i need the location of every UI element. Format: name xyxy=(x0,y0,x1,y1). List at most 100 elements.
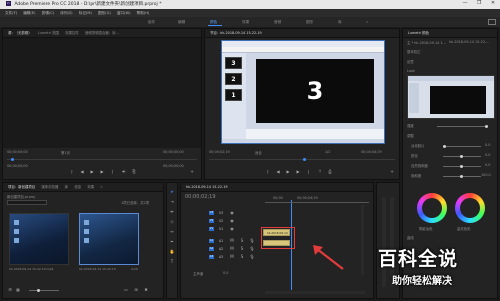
program-fit-select[interactable]: 适合 xyxy=(255,150,262,155)
look-preview[interactable] xyxy=(407,75,495,119)
pen-tool-icon[interactable]: ✒ xyxy=(169,239,175,245)
new-item-icon[interactable]: ⊞ xyxy=(133,287,139,293)
program-mark-out-icon[interactable]: ⌋ xyxy=(305,169,311,175)
source-step-forward-icon[interactable]: ▶ xyxy=(99,169,105,175)
menu-sequence[interactable]: 序列(S) xyxy=(60,11,72,15)
tab-sequence[interactable]: hk-2018-09-14 15-22-19 xyxy=(186,183,228,191)
workspace-editing[interactable]: 编辑 xyxy=(178,17,185,27)
workspace-menu-icon[interactable] xyxy=(488,19,496,25)
sharpen-knob[interactable] xyxy=(460,155,463,158)
type-tool-icon[interactable]: T xyxy=(169,259,175,265)
tab-libraries[interactable]: 库 xyxy=(65,183,68,191)
mute-icon[interactable]: M xyxy=(229,254,235,260)
track-target-a3[interactable]: A3 xyxy=(209,255,214,259)
tab-program[interactable]: 节目：hk-2018-09-14 15-22-19 xyxy=(210,29,262,37)
menu-edit[interactable]: 编辑(E) xyxy=(23,11,35,15)
mic-icon[interactable]: 🎙 xyxy=(249,238,255,244)
source-viewer[interactable] xyxy=(3,38,201,148)
timeline-horizontal-scrollbar[interactable] xyxy=(265,291,365,294)
source-play-icon[interactable]: ▶ xyxy=(89,169,95,175)
intensity-slider[interactable] xyxy=(437,126,487,127)
thumb-size-knob[interactable] xyxy=(37,289,40,292)
tab-effects[interactable]: 效果 xyxy=(87,183,94,191)
menu-marker[interactable]: 标记(M) xyxy=(79,11,92,15)
slip-tool-icon[interactable]: ↔ xyxy=(169,229,175,235)
trash-icon[interactable]: ✖ xyxy=(143,287,149,293)
program-step-forward-icon[interactable]: ▶ xyxy=(295,169,301,175)
maximize-button[interactable]: ❐ xyxy=(472,0,486,9)
program-lift-icon[interactable]: ⇡ xyxy=(317,169,323,175)
track-target-a2[interactable]: A2 xyxy=(209,247,214,251)
selection-tool-icon[interactable]: ➤ xyxy=(169,189,175,195)
source-overwrite-icon[interactable]: ⎘ xyxy=(131,169,137,175)
ripple-edit-tool-icon[interactable]: ⇹ xyxy=(169,209,175,215)
program-resolution-select[interactable]: 1/2 xyxy=(325,150,330,154)
solo-icon[interactable]: S xyxy=(239,246,245,252)
tab-more[interactable]: » xyxy=(100,183,102,191)
tab-lumetri-scopes[interactable]: Lumetri 范围 xyxy=(38,29,59,37)
source-playhead[interactable] xyxy=(11,158,14,161)
source-page-select[interactable]: 第1页 xyxy=(61,150,70,155)
tab-project[interactable]: 项目：新创建项目 xyxy=(8,183,35,191)
program-add-button-icon[interactable]: + xyxy=(389,169,395,175)
faded-film-knob[interactable] xyxy=(443,145,446,148)
new-bin-icon[interactable]: ▭ xyxy=(123,287,129,293)
lumetri-master[interactable]: 主 * hk-2018-09-14 1... xyxy=(407,40,446,45)
saturation-value[interactable]: 100.0 xyxy=(481,173,491,177)
lumetri-clip[interactable]: hk-2018-09-14 15-22-... xyxy=(449,40,489,44)
menu-graphics[interactable]: 图形(G) xyxy=(98,11,111,15)
source-scrub-bar[interactable] xyxy=(7,159,197,160)
source-mark-in-icon[interactable]: ⌈ xyxy=(69,169,75,175)
vibrance-value[interactable]: 0.0 xyxy=(485,163,490,167)
mute-icon[interactable]: M xyxy=(229,246,235,252)
timeline-vertical-scrollbar[interactable] xyxy=(361,205,364,275)
section-creative[interactable]: 创意 xyxy=(407,59,414,64)
project-clip-thumb-2[interactable] xyxy=(79,213,139,265)
faded-film-value[interactable]: 0.0 xyxy=(485,143,490,147)
tab-lumetri-color[interactable]: Lumetri 颜色 xyxy=(408,29,429,37)
workspace-more[interactable]: » xyxy=(366,17,368,27)
track-target-a1[interactable]: A1 xyxy=(209,239,214,243)
section-basic-correction[interactable]: 基本校正 xyxy=(407,49,421,54)
timeline-timecode[interactable]: 00;00;02;19 xyxy=(185,194,216,200)
menu-help[interactable]: 帮助(H) xyxy=(137,11,150,15)
track-select-tool-icon[interactable]: ⇥ xyxy=(169,199,175,205)
menu-file[interactable]: 文件(F) xyxy=(5,11,17,15)
menu-clip[interactable]: 剪辑(C) xyxy=(42,11,55,15)
source-timecode-in[interactable]: 00;00;00;00 xyxy=(7,150,28,154)
tab-media-browser[interactable]: 媒体浏览器 xyxy=(41,183,58,191)
timeline-ruler[interactable] xyxy=(265,202,369,203)
tab-audio-clip-mixer[interactable]: 音频剪辑混合器：序... xyxy=(85,29,119,37)
program-mark-in-icon[interactable]: ⌈ xyxy=(265,169,271,175)
minimize-button[interactable]: — xyxy=(458,0,472,9)
solo-icon[interactable]: S xyxy=(239,254,245,260)
list-view-icon[interactable]: ☰ xyxy=(7,287,13,293)
track-target-v3[interactable]: V3 xyxy=(209,211,214,215)
eye-icon[interactable]: ◉ xyxy=(229,210,235,216)
workspace-audio[interactable]: 音频 xyxy=(274,17,281,27)
program-viewer[interactable]: 3 2 1 3 xyxy=(221,40,385,144)
razor-tool-icon[interactable]: ◇ xyxy=(169,219,175,225)
workspace-graphics[interactable]: 图形 xyxy=(306,17,313,27)
solo-icon[interactable]: S xyxy=(239,238,245,244)
track-target-v2[interactable]: V2 xyxy=(209,219,214,223)
project-search-input[interactable] xyxy=(7,200,47,205)
workspace-effects[interactable]: 效果 xyxy=(242,17,249,27)
highlight-tint-wheel[interactable] xyxy=(455,193,485,223)
program-scrub-bar[interactable] xyxy=(209,159,395,160)
thumb-size-slider[interactable] xyxy=(29,290,59,291)
vibrance-knob[interactable] xyxy=(460,165,463,168)
source-insert-icon[interactable]: ⎆ xyxy=(121,169,127,175)
eye-icon[interactable]: ◉ xyxy=(229,218,235,224)
mute-icon[interactable]: M xyxy=(229,238,235,244)
icon-view-icon[interactable]: ▦ xyxy=(15,287,21,293)
hand-tool-icon[interactable]: ✋ xyxy=(169,249,175,255)
mic-icon[interactable]: 🎙 xyxy=(249,246,255,252)
eye-icon[interactable]: ◉ xyxy=(229,226,235,232)
track-target-v1[interactable]: V1 xyxy=(209,227,214,231)
close-button[interactable]: ✕ xyxy=(486,0,500,9)
program-export-frame-icon[interactable]: ⎙ xyxy=(327,169,333,175)
workspace-assembly[interactable]: 组件 xyxy=(148,17,155,27)
intensity-knob[interactable] xyxy=(485,125,488,128)
tab-info[interactable]: 信息 xyxy=(74,183,81,191)
